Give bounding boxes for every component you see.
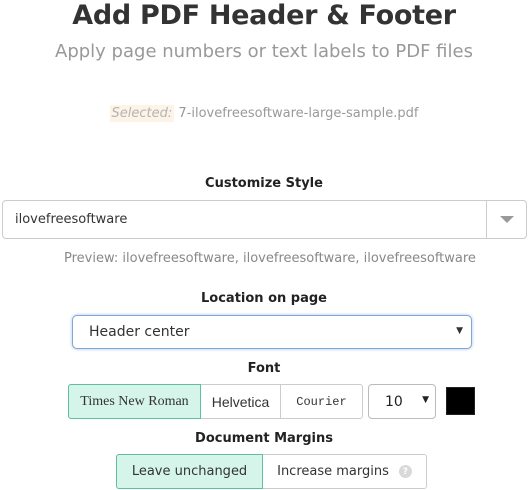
leave-unchanged-button[interactable]: Leave unchanged bbox=[116, 454, 263, 489]
font-times-new-roman-button[interactable]: Times New Roman bbox=[68, 384, 201, 419]
question-circle-icon[interactable]: ? bbox=[398, 465, 412, 478]
font-size-value: 10 bbox=[385, 393, 403, 410]
chevron-down-icon bbox=[499, 216, 514, 223]
customize-style-combobox bbox=[2, 200, 527, 239]
font-button-group: Times New Roman Helvetica Courier bbox=[68, 384, 363, 419]
select-arrow-icon: ▼ bbox=[422, 395, 429, 405]
customize-style-label: Customize Style bbox=[205, 176, 323, 191]
customize-style-input[interactable] bbox=[3, 201, 486, 238]
increase-margins-button[interactable]: Increase margins ? bbox=[262, 454, 427, 489]
page-title: Add PDF Header & Footer bbox=[72, 0, 456, 31]
customize-style-dropdown-button[interactable] bbox=[486, 201, 526, 238]
font-color-swatch[interactable] bbox=[446, 387, 475, 415]
location-label: Location on page bbox=[201, 291, 327, 306]
selected-filename: 7-ilovefreesoftware-large-sample.pdf bbox=[178, 106, 419, 121]
location-select[interactable]: Header center ▼ bbox=[72, 315, 472, 349]
selected-file: Selected: 7-ilovefreesoftware-large-samp… bbox=[0, 105, 528, 122]
select-arrow-icon: ▼ bbox=[456, 326, 463, 336]
font-helvetica-button[interactable]: Helvetica bbox=[200, 384, 281, 419]
location-selected-value: Header center bbox=[89, 324, 190, 340]
style-preview: Preview: ilovefreesoftware, ilovefreesof… bbox=[64, 251, 476, 266]
increase-margins-label: Increase margins bbox=[277, 464, 389, 479]
font-size-select[interactable]: 10 ▼ bbox=[368, 384, 436, 419]
page-subtitle: Apply page numbers or text labels to PDF… bbox=[55, 41, 473, 62]
margins-label: Document Margins bbox=[195, 431, 333, 446]
margins-button-group: Leave unchanged Increase margins ? bbox=[116, 454, 427, 489]
font-courier-button[interactable]: Courier bbox=[280, 384, 363, 419]
selected-label: Selected: bbox=[109, 105, 175, 122]
font-label: Font bbox=[247, 361, 281, 376]
